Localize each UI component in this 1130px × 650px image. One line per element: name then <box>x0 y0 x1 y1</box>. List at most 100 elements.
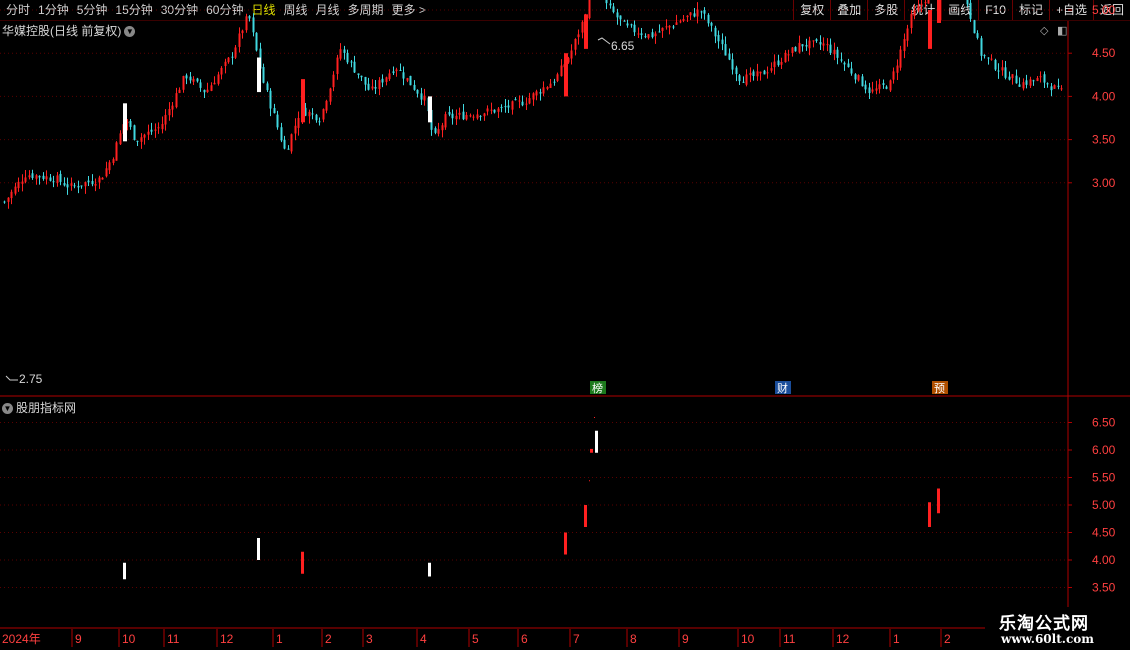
candle-body <box>7 197 10 202</box>
candle-body <box>28 175 31 178</box>
time-label: 6 <box>521 632 528 646</box>
candle-body <box>525 103 528 105</box>
candle-body <box>413 84 416 90</box>
candle-body <box>623 20 626 22</box>
candle-body <box>385 77 388 82</box>
candle-body <box>770 68 773 71</box>
watermark-line2: www.60lt.com <box>1001 632 1094 646</box>
candle-body <box>980 38 983 56</box>
candle-body <box>840 59 843 61</box>
candle-body <box>864 84 867 90</box>
candle-body <box>738 75 741 82</box>
candle-body <box>616 12 619 18</box>
candle-body <box>472 116 475 118</box>
candle-body <box>367 83 370 90</box>
candle-body <box>889 80 892 91</box>
candle-body <box>31 173 34 179</box>
candle-body <box>791 47 794 54</box>
candle-body <box>238 33 241 47</box>
candle-body <box>689 12 692 16</box>
candle-body <box>647 34 650 38</box>
candle-body <box>280 127 283 141</box>
candle-body <box>588 0 591 19</box>
candle-body <box>815 39 818 42</box>
candle-body <box>262 67 265 83</box>
candle-body <box>287 148 290 150</box>
candle-body <box>497 108 500 112</box>
candle-body <box>651 32 654 38</box>
limit-candle <box>928 10 932 49</box>
candle-body <box>850 68 853 74</box>
indicator-bar <box>928 502 931 527</box>
y-tick-label: 3.00 <box>1092 176 1116 190</box>
candle-body <box>224 61 227 67</box>
candle-body <box>819 42 822 45</box>
candle-body <box>794 47 797 52</box>
candle-body <box>213 82 216 85</box>
candle-body <box>528 98 531 104</box>
time-label: 2 <box>944 632 951 646</box>
candle-body <box>633 24 636 33</box>
candle-body <box>752 71 755 76</box>
candle-body <box>182 76 185 90</box>
indicator-dot <box>594 417 595 418</box>
candle-body <box>560 65 563 77</box>
candle-body <box>878 84 881 90</box>
candle-body <box>94 184 97 186</box>
y-tick-label: 5.00 <box>1092 498 1116 512</box>
y-tick-label: 4.00 <box>1092 89 1116 103</box>
candle-body <box>486 108 489 112</box>
candle-body <box>1043 74 1046 83</box>
candle-body <box>514 99 517 101</box>
limit-candle <box>123 103 127 142</box>
candle-body <box>1011 74 1014 79</box>
candle-body <box>710 22 713 26</box>
candle-body <box>371 86 374 89</box>
candle-body <box>532 93 535 100</box>
candle-body <box>336 57 339 74</box>
y-tick-label: 4.50 <box>1092 526 1116 540</box>
candle-body <box>399 70 402 72</box>
candle-body <box>927 0 930 4</box>
candle-body <box>892 71 895 80</box>
watermark-line1: 乐淘公式网 <box>999 614 1089 634</box>
kline-chart[interactable]: 6.506.005.505.004.504.003.503.006.506.00… <box>0 0 1130 650</box>
time-label: 12 <box>836 632 850 646</box>
candle-body <box>10 191 13 199</box>
candle-body <box>675 22 678 25</box>
candle-body <box>147 131 150 135</box>
candle-body <box>248 16 251 19</box>
candle-body <box>700 11 703 13</box>
candle-body <box>98 177 101 183</box>
candle-body <box>822 43 825 46</box>
candle-body <box>458 112 461 115</box>
candle-body <box>1004 67 1007 78</box>
candle-body <box>434 128 437 133</box>
time-label: 2024年 <box>2 632 41 646</box>
candle-body <box>535 91 538 96</box>
time-label: 11 <box>167 632 180 646</box>
candle-body <box>875 88 878 91</box>
y-tick-label: 6.00 <box>1092 443 1116 457</box>
max-price-label: 6.65 <box>611 39 635 53</box>
y-tick-label: 4.50 <box>1092 46 1116 60</box>
candle-body <box>77 185 80 188</box>
candle-body <box>199 82 202 88</box>
candle-body <box>266 83 269 91</box>
candle-body <box>273 108 276 114</box>
candle-body <box>168 108 171 116</box>
candle-body <box>189 76 192 81</box>
candle-body <box>35 175 38 179</box>
candle-body <box>906 28 909 41</box>
candle-body <box>441 125 444 131</box>
candle-body <box>805 45 808 47</box>
candle-body <box>787 54 790 56</box>
candle-body <box>150 129 153 132</box>
y-tick-label: 5.50 <box>1092 471 1116 485</box>
candle-body <box>437 129 440 134</box>
candle-body <box>136 140 139 142</box>
candle-body <box>581 21 584 33</box>
candle-body <box>311 113 314 115</box>
candle-body <box>252 17 255 33</box>
candle-body <box>983 55 986 57</box>
